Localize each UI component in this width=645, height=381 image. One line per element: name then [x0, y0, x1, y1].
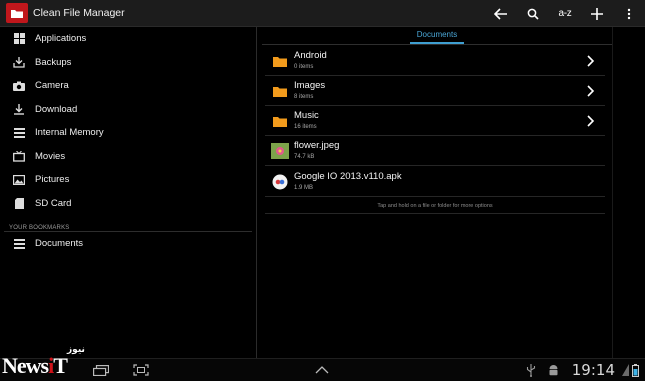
folder-icon [271, 83, 289, 99]
sidebar-item-camera[interactable]: Camera [0, 74, 256, 98]
tab-underline [262, 44, 612, 45]
battery-icon [631, 362, 639, 378]
sidebar-item-label: Movies [35, 150, 66, 162]
file-meta: 16 items [294, 124, 317, 130]
overflow-menu-button[interactable] [613, 0, 645, 27]
newsit-watermark: نیوز NewsiT [0, 338, 100, 381]
file-name: Google IO 2013.v110.apk [294, 171, 402, 182]
sidebar-item-label: SD Card [35, 197, 72, 209]
file-meta: 8 items [294, 94, 314, 100]
sidebar-item-label: Camera [35, 80, 69, 92]
sidebar: Applications Backups Camera Download Int… [0, 27, 256, 358]
tab-documents[interactable]: Documents [410, 30, 464, 44]
chevron-up-icon [315, 366, 329, 374]
file-name: flower.jpeg [294, 140, 340, 151]
back-arrow-icon [494, 7, 507, 20]
image-thumbnail-icon [271, 143, 289, 159]
plus-icon [591, 7, 603, 20]
sidebar-item-label: Pictures [35, 174, 70, 186]
chevron-right-icon [587, 54, 597, 68]
sidebar-item-backups[interactable]: Backups [0, 51, 256, 75]
hint-divider [265, 213, 605, 214]
file-row-android[interactable]: Android 0 items [265, 46, 605, 76]
sidebar-item-download[interactable]: Download [0, 98, 256, 122]
android-debug-icon [546, 362, 560, 378]
sidebar-item-label: Internal Memory [35, 127, 104, 139]
tv-icon [12, 150, 26, 162]
file-meta: 74.7 kB [294, 154, 315, 160]
file-list-pane: Documents Android 0 items Images 8 items… [257, 27, 645, 358]
sort-az-button[interactable]: a-z [549, 0, 581, 27]
app-title: Clean File Manager [33, 7, 125, 19]
sidebar-item-internal-memory[interactable]: Internal Memory [0, 121, 256, 145]
sidebar-item-label: Backups [35, 56, 72, 68]
sidebar-item-pictures[interactable]: Pictures [0, 168, 256, 192]
sidebar-item-applications[interactable]: Applications [0, 27, 256, 51]
file-name: Music [294, 110, 319, 121]
chevron-right-icon [587, 84, 597, 98]
chevron-right-icon [587, 114, 597, 128]
list-icon [12, 238, 26, 250]
sidebar-item-label: Documents [35, 238, 84, 250]
file-meta: 1.9 MB [294, 185, 314, 191]
sidebar-item-movies[interactable]: Movies [0, 145, 256, 169]
usb-icon [524, 362, 538, 378]
screenshot-icon [133, 364, 149, 376]
folder-icon [271, 113, 289, 129]
screenshot-button[interactable] [131, 362, 151, 378]
sidebar-item-label: Download [35, 103, 78, 115]
file-meta: 0 items [294, 64, 314, 70]
download-icon [12, 103, 26, 115]
file-row-music[interactable]: Music 16 items [265, 106, 605, 136]
signal-icon [621, 362, 629, 378]
file-row-images[interactable]: Images 8 items [265, 76, 605, 106]
list-icon [12, 127, 26, 139]
folder-icon [271, 53, 289, 69]
status-clock: 19:14 [571, 361, 615, 379]
file-row-google-io-apk[interactable]: Google IO 2013.v110.apk 1.9 MB [265, 167, 605, 197]
picture-icon [12, 174, 26, 186]
more-vert-icon [627, 8, 631, 19]
hint-text: Tap and hold on a file or folder for mor… [377, 203, 493, 209]
sidebar-item-sd-card[interactable]: SD Card [0, 192, 256, 216]
file-row-flower-jpeg[interactable]: flower.jpeg 74.7 kB [265, 136, 605, 166]
download-tray-icon [12, 56, 26, 68]
content-edge [612, 27, 613, 358]
camera-icon [12, 80, 26, 92]
file-name: Android [294, 50, 327, 61]
watermark-fa-text: نیوز [67, 344, 85, 354]
sidebar-item-label: Applications [35, 33, 87, 45]
add-button[interactable] [581, 0, 613, 27]
back-arrow-button[interactable] [485, 0, 517, 27]
action-bar: Clean File Manager a-z [0, 0, 645, 27]
grid-icon [12, 33, 26, 45]
watermark-logo: NewsiT [2, 353, 68, 378]
search-button[interactable] [517, 0, 549, 27]
sidebar-item-documents[interactable]: Documents [0, 232, 256, 256]
bookmarks-header: YOUR BOOKMARKS [9, 225, 70, 231]
menu-up-button[interactable] [312, 362, 332, 378]
app-folder-icon[interactable] [6, 3, 28, 23]
file-name: Images [294, 80, 326, 91]
sdcard-icon [12, 197, 26, 209]
search-icon [527, 8, 539, 20]
apk-icon [271, 174, 289, 190]
